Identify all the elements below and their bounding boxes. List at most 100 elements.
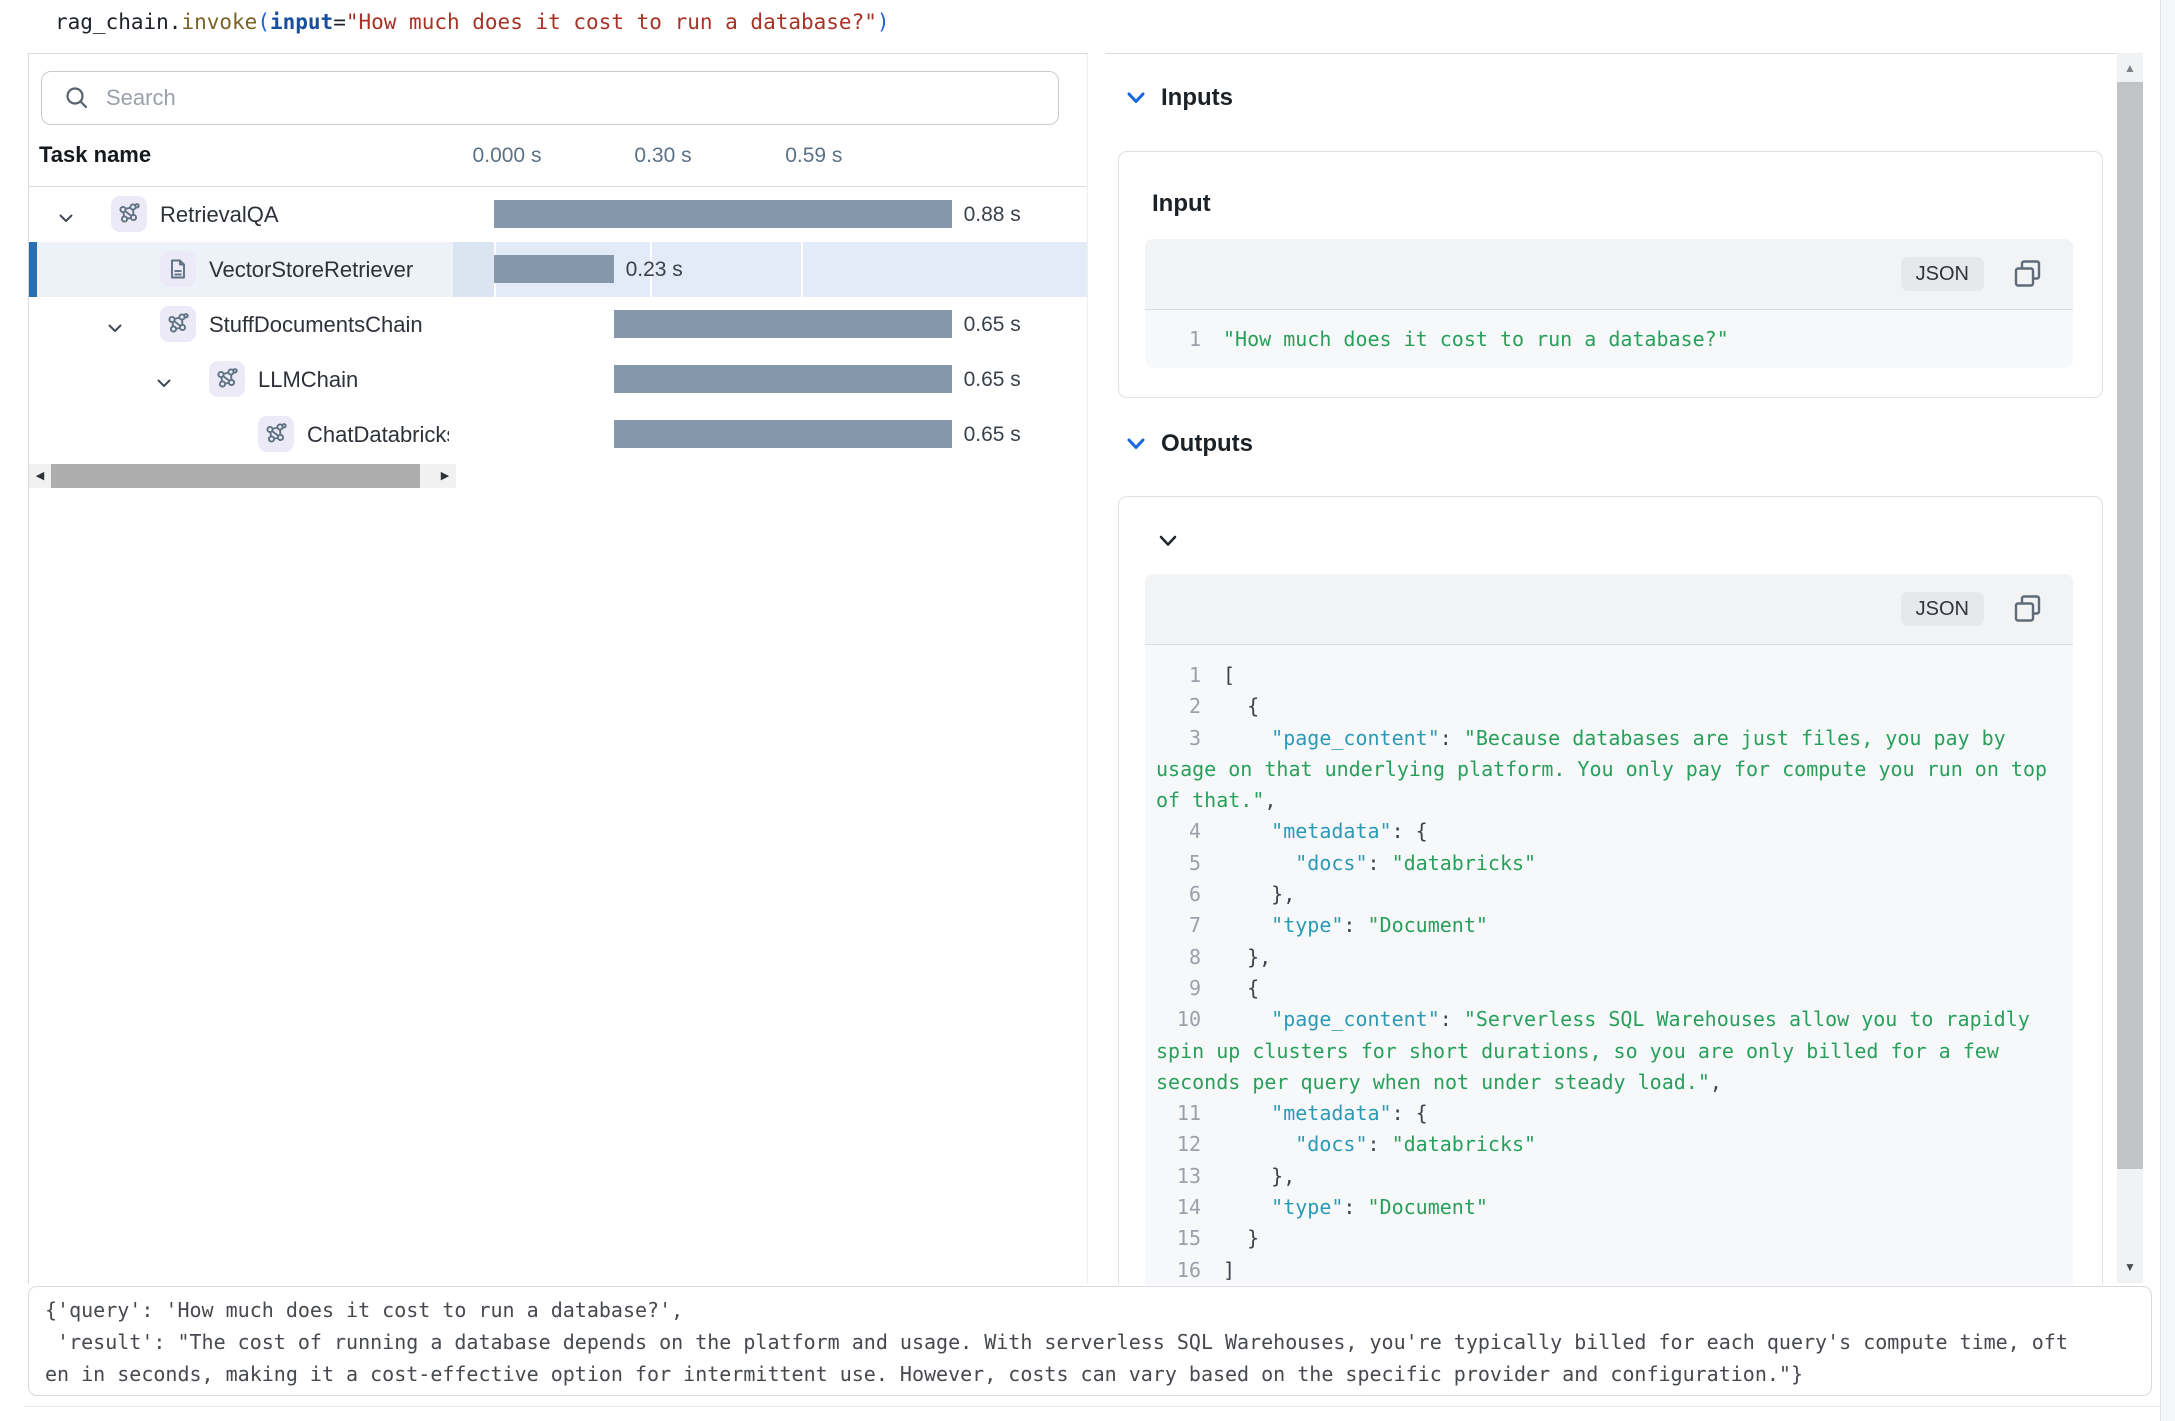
- json-punctuation: [1223, 726, 1271, 750]
- line-number: 9: [1145, 973, 1201, 1004]
- vertical-scrollbar[interactable]: ▲ ▼: [2117, 53, 2143, 1283]
- scroll-left-button[interactable]: ◀: [29, 464, 51, 488]
- json-format-badge[interactable]: JSON: [1901, 257, 1984, 291]
- chain-icon: [167, 313, 189, 335]
- vertical-scrollbar-thumb[interactable]: [2117, 82, 2143, 1169]
- line-number: 5: [1145, 848, 1201, 879]
- horizontal-scrollbar-thumb[interactable]: [51, 464, 420, 488]
- scroll-down-button[interactable]: ▼: [2117, 1251, 2143, 1283]
- task-row-name-cell: ChatDatabricks: [29, 407, 449, 462]
- json-string: "How much does it cost to run a database…: [1223, 327, 1729, 351]
- search-box[interactable]: [41, 71, 1059, 125]
- scroll-right-button[interactable]: ▶: [434, 464, 456, 488]
- code-text: "docs": "databricks": [1223, 848, 1536, 879]
- task-row-label: VectorStoreRetriever: [209, 242, 413, 297]
- collapse-outputs-chevron-icon[interactable]: [1127, 438, 1145, 450]
- json-format-badge[interactable]: JSON: [1901, 592, 1984, 626]
- duration-label: 0.23 s: [626, 242, 683, 297]
- code-token-plain: .: [169, 10, 182, 34]
- code-line: 14 "type": "Document": [1145, 1192, 2073, 1223]
- json-punctuation: [1223, 913, 1271, 937]
- horizontal-scrollbar[interactable]: ◀ ▶: [29, 464, 456, 488]
- duration-bar: [614, 310, 952, 338]
- expand-toggle[interactable]: [108, 320, 122, 338]
- output-code-block: JSON 1[2 {3 "page_content": "Because dat…: [1145, 574, 2073, 1284]
- duration-bar: [614, 365, 952, 393]
- time-axis-tick: 0.59 s: [785, 144, 842, 168]
- result-text: {'query': 'How much does it cost to run …: [29, 1287, 2151, 1390]
- inputs-section-header[interactable]: Inputs: [1105, 84, 2105, 124]
- code-text: "type": "Document": [1223, 1192, 1488, 1223]
- scroll-up-button[interactable]: ▲: [2117, 53, 2143, 83]
- task-row-StuffDocumentsChain[interactable]: 0.65 s StuffDocumentsChain: [29, 297, 1087, 352]
- expand-toggle[interactable]: [59, 210, 73, 228]
- json-punctuation: [1223, 1132, 1295, 1156]
- expand-chevron-icon[interactable]: [59, 214, 73, 223]
- task-row-LLMChain[interactable]: 0.65 sLLMChain: [29, 352, 1087, 407]
- code-line: 2 {: [1145, 691, 2073, 722]
- search-input[interactable]: [104, 76, 1038, 120]
- json-string: "Document": [1368, 1195, 1488, 1219]
- code-line: 15 }: [1145, 1223, 2073, 1254]
- collapse-inputs-chevron-icon[interactable]: [1127, 92, 1145, 104]
- code-text: "docs": "databricks": [1223, 1129, 1536, 1160]
- expand-toggle[interactable]: [157, 375, 171, 393]
- line-number: 2: [1145, 691, 1201, 722]
- json-punctuation: : {: [1392, 1101, 1428, 1125]
- code-text: "metadata": {: [1223, 1098, 1428, 1129]
- code-token-function: invoke: [181, 10, 257, 34]
- code-text: },: [1223, 1161, 1295, 1192]
- code-text: ]: [1223, 1255, 1235, 1284]
- task-row-name-cell: VectorStoreRetriever: [29, 242, 449, 297]
- task-row-label: StuffDocumentsChain: [209, 297, 423, 352]
- line-number: 4: [1145, 816, 1201, 847]
- code-token-bracket: (: [257, 10, 270, 34]
- json-punctuation: :: [1440, 726, 1464, 750]
- time-axis-tick: 0.30 s: [634, 144, 691, 168]
- json-punctuation: {: [1223, 694, 1259, 718]
- json-punctuation: :: [1343, 913, 1367, 937]
- code-text: }: [1223, 1223, 1259, 1254]
- chain-node-icon: [209, 361, 245, 397]
- json-key: "docs": [1295, 1132, 1367, 1156]
- code-line: 16]: [1145, 1255, 2073, 1284]
- collapse-output-chevron-icon[interactable]: [1159, 535, 1177, 547]
- json-key: "page_content": [1271, 726, 1440, 750]
- json-punctuation: [1223, 851, 1295, 875]
- duration-label: 0.65 s: [964, 352, 1021, 407]
- expand-chevron-icon[interactable]: [108, 324, 122, 333]
- input-field-label: Input: [1152, 190, 1211, 218]
- json-string: "databricks": [1392, 851, 1537, 875]
- copy-icon[interactable]: [2013, 259, 2043, 289]
- json-key: "docs": [1295, 851, 1367, 875]
- chain-node-icon: [111, 196, 147, 232]
- line-number: 8: [1145, 942, 1201, 973]
- task-row-VectorStoreRetriever[interactable]: 0.23 s VectorStoreRetriever: [29, 242, 1087, 297]
- task-rows: 0.88 sRetrievalQA0.23 s VectorStoreRetrie…: [29, 187, 1087, 464]
- output-card: JSON 1[2 {3 "page_content": "Because dat…: [1118, 496, 2103, 1284]
- copy-icon[interactable]: [2013, 594, 2043, 624]
- json-key: "metadata": [1271, 819, 1391, 843]
- code-line: 3 "page_content": "Because databases are…: [1145, 723, 2073, 754]
- expand-chevron-icon[interactable]: [157, 379, 171, 388]
- json-punctuation: [1223, 1195, 1271, 1219]
- json-string: "Because databases are just files, you p…: [1464, 726, 2006, 750]
- code-line: spin up clusters for short durations, so…: [1145, 1036, 2073, 1067]
- line-number: 3: [1145, 723, 1201, 754]
- code-token-plain: =: [333, 10, 346, 34]
- task-row-RetrievalQA[interactable]: 0.88 sRetrievalQA: [29, 187, 1087, 242]
- outputs-section-header[interactable]: Outputs: [1105, 430, 2105, 470]
- chain-icon: [118, 203, 140, 225]
- input-code-block: JSON 1"How much does it cost to run a da…: [1145, 239, 2073, 368]
- json-punctuation: :: [1440, 1007, 1464, 1031]
- line-number: 11: [1145, 1098, 1201, 1129]
- code-line: 6 },: [1145, 879, 2073, 910]
- json-punctuation: },: [1223, 882, 1295, 906]
- json-punctuation: {: [1223, 976, 1259, 1000]
- code-line: 1"How much does it cost to run a databas…: [1145, 310, 2073, 368]
- json-punctuation: [1223, 1007, 1271, 1031]
- line-number: 15: [1145, 1223, 1201, 1254]
- duration-label: 0.65 s: [964, 297, 1021, 352]
- json-punctuation: }: [1223, 1226, 1259, 1250]
- task-row-ChatDatabricks[interactable]: 0.65 sChatDatabricks: [29, 407, 1087, 462]
